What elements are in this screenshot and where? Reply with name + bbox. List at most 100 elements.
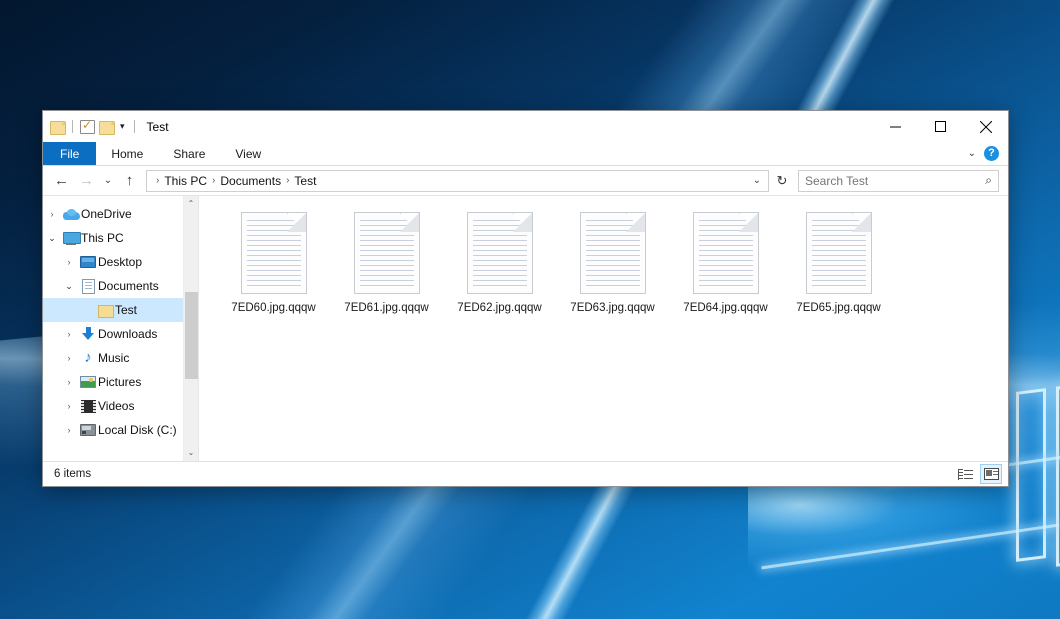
tab-view[interactable]: View [220, 142, 276, 165]
sidebar-label-this-pc: This PC [81, 231, 124, 245]
sidebar-item-downloads[interactable]: › Downloads [43, 322, 198, 346]
new-folder-icon[interactable] [99, 120, 114, 133]
expand-ribbon-icon[interactable]: ⌄ [968, 148, 976, 159]
file-list-pane[interactable]: 7ED60.jpg.qqqw 7ED61.jpg.qqqw 7ED62.jpg.… [198, 196, 1008, 461]
sidebar-item-this-pc[interactable]: ⌄ This PC [43, 226, 198, 250]
maximize-button[interactable] [918, 112, 963, 142]
chevron-down-icon[interactable]: ⌄ [60, 281, 78, 292]
sidebar-label-local-disk: Local Disk (C:) [98, 423, 177, 437]
breadcrumb-item-documents[interactable]: Documents [216, 174, 285, 188]
breadcrumb[interactable]: › This PC › Documents › Test ⌄ [146, 170, 769, 192]
file-name-label: 7ED61.jpg.qqqw [344, 302, 428, 314]
chevron-right-icon[interactable]: › [60, 329, 78, 339]
file-name-label: 7ED62.jpg.qqqw [457, 302, 541, 314]
breadcrumb-item-this-pc[interactable]: This PC [160, 174, 211, 188]
videos-icon [78, 400, 98, 413]
file-item[interactable]: 7ED60.jpg.qqqw [217, 208, 330, 322]
folder-icon [95, 304, 115, 317]
window-title: Test [147, 120, 169, 134]
chevron-right-icon[interactable]: › [43, 209, 61, 219]
file-name-label: 7ED65.jpg.qqqw [796, 302, 880, 314]
sidebar-item-onedrive[interactable]: › OneDrive [43, 202, 198, 226]
details-view-icon [958, 469, 973, 480]
title-bar: ▾ Test [43, 111, 1008, 142]
sidebar-item-documents[interactable]: ⌄ Documents [43, 274, 198, 298]
tab-home[interactable]: Home [96, 142, 158, 165]
close-button[interactable] [963, 112, 1008, 142]
file-item[interactable]: 7ED64.jpg.qqqw [669, 208, 782, 322]
windows-logo-ray-lower [761, 524, 1058, 570]
view-toggle-group [954, 464, 1002, 484]
qat-divider-2 [134, 120, 135, 133]
sidebar-item-local-disk[interactable]: › Local Disk (C:) [43, 418, 198, 442]
sidebar-item-test[interactable]: Test [43, 298, 198, 322]
item-count-label: 6 items [54, 468, 91, 480]
file-item[interactable]: 7ED62.jpg.qqqw [443, 208, 556, 322]
details-view-button[interactable] [954, 464, 976, 484]
file-name-label: 7ED63.jpg.qqqw [570, 302, 654, 314]
chevron-down-icon[interactable]: ▾ [118, 122, 127, 131]
sidebar-item-music[interactable]: › ♪ Music [43, 346, 198, 370]
chevron-right-icon[interactable]: › [60, 257, 78, 267]
local-disk-icon [78, 424, 98, 436]
sidebar-label-videos: Videos [98, 399, 134, 413]
up-button[interactable]: ↑ [117, 168, 142, 193]
refresh-button[interactable]: ↻ [771, 170, 793, 192]
address-bar: ← → ⌄ ↑ › This PC › Documents › Test ⌄ ↻… [43, 166, 1008, 195]
qat-divider-1 [72, 120, 73, 133]
chevron-right-icon[interactable]: › [60, 425, 78, 435]
window-body: › OneDrive ⌄ This PC › Desktop ⌄ [43, 195, 1008, 461]
breadcrumb-dropdown-icon[interactable]: ⌄ [748, 175, 766, 186]
file-item[interactable]: 7ED61.jpg.qqqw [330, 208, 443, 322]
search-icon[interactable]: ⌕ [985, 173, 992, 188]
navigation-pane: › OneDrive ⌄ This PC › Desktop ⌄ [43, 196, 198, 461]
generic-file-icon [241, 212, 307, 294]
windows-logo-pane-right [1056, 379, 1060, 566]
large-icons-view-icon [984, 468, 999, 480]
sidebar-label-test: Test [115, 303, 137, 317]
ribbon-right-controls: ⌄ ? [968, 142, 1008, 165]
search-box[interactable]: ⌕ [798, 170, 999, 192]
help-icon[interactable]: ? [984, 146, 999, 161]
music-icon: ♪ [78, 351, 98, 365]
status-bar: 6 items [43, 461, 1008, 486]
this-pc-icon [61, 232, 81, 245]
desktop-background: ▾ Test File Home Share View ⌄ ? [0, 0, 1060, 619]
sidebar-item-pictures[interactable]: › Pictures [43, 370, 198, 394]
breadcrumb-item-test[interactable]: Test [290, 174, 320, 188]
chevron-down-icon[interactable]: ⌄ [43, 233, 61, 244]
forward-button[interactable]: → [74, 168, 99, 193]
sidebar-label-desktop: Desktop [98, 255, 142, 269]
navigation-scrollbar[interactable]: ⌃ ⌄ [183, 196, 198, 461]
sidebar-item-videos[interactable]: › Videos [43, 394, 198, 418]
folder-icon[interactable] [50, 120, 65, 133]
file-item[interactable]: 7ED63.jpg.qqqw [556, 208, 669, 322]
sidebar-label-documents: Documents [98, 279, 159, 293]
chevron-right-icon[interactable]: › [60, 401, 78, 411]
properties-icon[interactable] [80, 120, 95, 134]
file-name-label: 7ED60.jpg.qqqw [231, 302, 315, 314]
scroll-down-icon[interactable]: ⌄ [184, 445, 199, 461]
file-item[interactable]: 7ED65.jpg.qqqw [782, 208, 895, 322]
chevron-right-icon[interactable]: › [60, 377, 78, 387]
file-explorer-window: ▾ Test File Home Share View ⌄ ? [42, 110, 1009, 487]
large-icons-view-button[interactable] [980, 464, 1002, 484]
desktop-icon [78, 256, 98, 268]
search-input[interactable] [805, 174, 985, 188]
scrollbar-thumb[interactable] [185, 292, 198, 379]
tab-file[interactable]: File [43, 142, 96, 165]
file-grid: 7ED60.jpg.qqqw 7ED61.jpg.qqqw 7ED62.jpg.… [217, 208, 998, 322]
generic-file-icon [580, 212, 646, 294]
back-button[interactable]: ← [49, 168, 74, 193]
sidebar-item-desktop[interactable]: › Desktop [43, 250, 198, 274]
generic-file-icon [354, 212, 420, 294]
recent-locations-button[interactable]: ⌄ [99, 168, 117, 193]
tab-share[interactable]: Share [158, 142, 220, 165]
pictures-icon [78, 376, 98, 388]
onedrive-icon [61, 209, 81, 220]
generic-file-icon [467, 212, 533, 294]
scroll-up-icon[interactable]: ⌃ [184, 196, 199, 212]
chevron-right-icon[interactable]: › [60, 353, 78, 363]
minimize-button[interactable] [873, 112, 918, 142]
downloads-icon [78, 327, 98, 341]
